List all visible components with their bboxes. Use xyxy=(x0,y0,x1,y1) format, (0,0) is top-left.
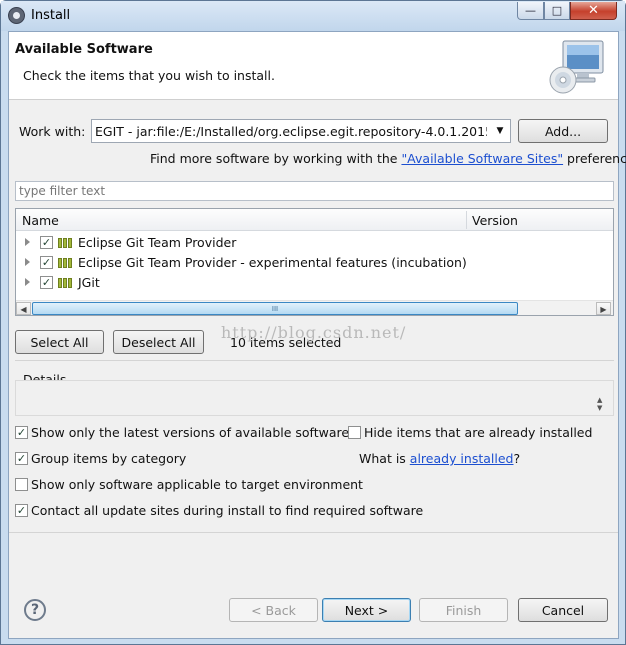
eclipse-app-icon xyxy=(8,7,25,24)
target-environment-checkbox[interactable] xyxy=(15,478,28,491)
page-title: Available Software xyxy=(15,42,153,57)
page-subtitle: Check the items that you wish to install… xyxy=(23,68,275,83)
row-label: Eclipse Git Team Provider xyxy=(78,235,237,250)
row-checkbox[interactable]: ✓ xyxy=(40,256,53,269)
contact-sites-checkbox[interactable]: ✓ xyxy=(15,504,28,517)
hide-installed-option[interactable]: Hide items that are already installed xyxy=(348,425,592,441)
contact-sites-option[interactable]: ✓ Contact all update sites during instal… xyxy=(15,503,423,519)
window-title: Install xyxy=(31,8,71,23)
divider xyxy=(15,360,614,361)
already-installed-link[interactable]: already installed xyxy=(410,451,514,466)
maximize-button[interactable]: □ xyxy=(544,2,570,20)
scrollbar-thumb[interactable]: III xyxy=(32,302,518,315)
what-is-suffix: ? xyxy=(513,451,521,466)
minimize-button[interactable]: — xyxy=(517,2,544,20)
row-label: JGit xyxy=(78,275,100,290)
software-tree[interactable]: Name Version ✓ Eclipse Git Team Provider… xyxy=(15,208,614,316)
cancel-button[interactable]: Cancel xyxy=(518,598,608,622)
dialog-body: Available Software Check the items that … xyxy=(8,31,626,639)
category-icon xyxy=(58,258,72,268)
find-more-text: Find more software by working with the "… xyxy=(150,151,626,166)
chevron-down-icon[interactable]: ▼ xyxy=(493,124,507,138)
latest-versions-option[interactable]: ✓ Show only the latest versions of avail… xyxy=(15,425,349,441)
category-icon xyxy=(58,278,72,288)
work-with-value: EGIT - jar:file:/E:/Installed/org.eclips… xyxy=(95,124,487,139)
what-is-prefix: What is xyxy=(359,451,410,466)
hide-installed-checkbox[interactable] xyxy=(348,426,361,439)
available-software-sites-link[interactable]: "Available Software Sites" xyxy=(401,151,563,166)
tree-row[interactable]: ✓ Eclipse Git Team Provider - experiment… xyxy=(16,253,613,273)
next-button[interactable]: Next > xyxy=(322,598,411,622)
expand-arrow-icon[interactable] xyxy=(25,238,30,246)
details-area[interactable] xyxy=(15,380,614,416)
tree-header: Name Version xyxy=(16,209,613,231)
dialog-header: Available Software Check the items that … xyxy=(9,32,618,100)
back-button[interactable]: < Back xyxy=(229,598,318,622)
row-checkbox[interactable]: ✓ xyxy=(40,236,53,249)
horizontal-scrollbar[interactable]: ◀ III ▶ xyxy=(16,300,613,315)
filter-input[interactable]: type filter text xyxy=(15,181,614,201)
hide-installed-label: Hide items that are already installed xyxy=(364,425,593,440)
find-more-suffix: preferences. xyxy=(567,151,626,166)
watermark-text: http://blog.csdn.net/ xyxy=(221,323,407,342)
work-with-label: Work with: xyxy=(19,124,86,139)
finish-button[interactable]: Finish xyxy=(419,598,508,622)
select-all-button[interactable]: Select All xyxy=(15,330,104,354)
scroll-left-icon[interactable]: ◀ xyxy=(16,302,31,315)
target-environment-option[interactable]: Show only software applicable to target … xyxy=(15,477,363,493)
column-name[interactable]: Name xyxy=(22,213,59,228)
install-dialog: Install — □ ✕ Available Software Check t… xyxy=(0,0,626,645)
expand-arrow-icon[interactable] xyxy=(25,278,30,286)
find-more-prefix: Find more software by working with the xyxy=(150,151,402,166)
row-label: Eclipse Git Team Provider - experimental… xyxy=(78,255,467,270)
category-icon xyxy=(58,238,72,248)
group-by-category-label: Group items by category xyxy=(31,451,187,466)
column-separator[interactable] xyxy=(466,211,467,229)
work-with-combo[interactable]: EGIT - jar:file:/E:/Installed/org.eclips… xyxy=(91,119,511,143)
tree-row[interactable]: ✓ Eclipse Git Team Provider xyxy=(16,233,613,253)
title-bar[interactable]: Install — □ ✕ xyxy=(1,1,625,31)
latest-versions-label: Show only the latest versions of availab… xyxy=(31,425,350,440)
tree-row[interactable]: ✓ JGit xyxy=(16,273,613,293)
deselect-all-button[interactable]: Deselect All xyxy=(113,330,204,354)
group-by-category-option[interactable]: ✓ Group items by category xyxy=(15,451,215,467)
scroll-right-icon[interactable]: ▶ xyxy=(596,302,611,315)
contact-sites-label: Contact all update sites during install … xyxy=(31,503,424,518)
help-icon[interactable]: ? xyxy=(24,599,46,621)
latest-versions-checkbox[interactable]: ✓ xyxy=(15,426,28,439)
already-installed-text: What is already installed? xyxy=(359,451,520,466)
details-scroll-arrows-icon[interactable]: ▲ ▼ xyxy=(597,396,602,412)
expand-arrow-icon[interactable] xyxy=(25,258,30,266)
close-button[interactable]: ✕ xyxy=(570,2,617,20)
add-site-button[interactable]: Add... xyxy=(518,119,608,143)
column-version[interactable]: Version xyxy=(472,213,518,228)
group-by-category-checkbox[interactable]: ✓ xyxy=(15,452,28,465)
row-checkbox[interactable]: ✓ xyxy=(40,276,53,289)
target-environment-label: Show only software applicable to target … xyxy=(31,477,363,492)
install-disc-monitor-icon xyxy=(549,40,604,94)
footer-divider xyxy=(9,532,618,533)
